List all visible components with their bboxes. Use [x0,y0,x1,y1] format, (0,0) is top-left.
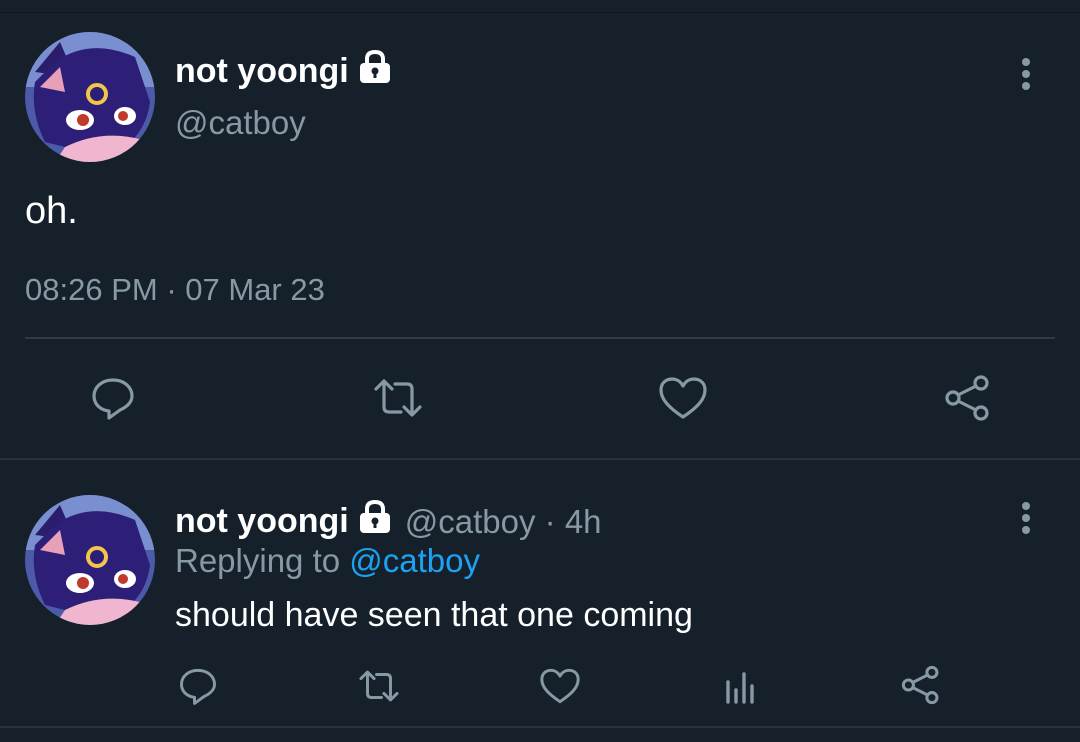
reply-button[interactable] [88,373,138,423]
section-divider [0,458,1080,460]
tweet-time[interactable]: 08:26 PM [25,272,158,307]
author-name-label: not yoongi [175,52,349,90]
reply-text: should have seen that one coming [175,596,693,634]
like-button[interactable] [657,373,709,423]
share-icon [945,375,989,421]
reply-author-handle[interactable]: @catboy [405,503,536,540]
more-vertical-icon[interactable] [1014,54,1038,94]
analytics-icon [726,672,754,704]
heart-icon [659,377,707,419]
tweet-text: oh. [25,190,78,232]
replying-to: Replying to @catboy [175,542,480,580]
lock-icon [357,49,393,93]
reply-like-button[interactable] [538,664,582,708]
top-divider [0,12,1080,13]
reply-reply-button[interactable] [176,664,220,708]
reply-icon [92,378,134,420]
reply-header: not yoongi @catboy · 4h [175,499,602,543]
analytics-button[interactable] [718,664,762,708]
share-button[interactable] [942,372,994,424]
author-handle[interactable]: @catboy [175,104,306,142]
more-vertical-icon[interactable] [1014,498,1038,538]
retweet-icon [374,379,422,417]
reply-author-name[interactable]: not yoongi [175,502,349,541]
reply-avatar[interactable] [25,495,155,625]
tweet-date[interactable]: 07 Mar 23 [185,272,325,307]
reply-time[interactable]: 4h [565,503,602,540]
reply-icon [180,668,216,705]
tweet-divider [25,337,1055,339]
reply-share-button[interactable] [898,662,944,708]
lock-icon [357,499,393,543]
heart-icon [540,668,580,704]
meta-separator: · [157,272,186,307]
tweet-timestamp: 08:26 PM · 07 Mar 23 [25,272,325,308]
replying-to-label: Replying to [175,542,350,579]
author-name[interactable]: not yoongi [175,49,393,93]
reply-retweet-button[interactable] [355,664,403,708]
share-icon [901,665,939,705]
retweet-button[interactable] [370,373,426,423]
retweet-icon [359,670,399,702]
bottom-divider [0,726,1080,728]
reply-separator: · [535,502,565,540]
replying-to-mention[interactable]: @catboy [349,542,480,579]
avatar[interactable] [25,32,155,162]
